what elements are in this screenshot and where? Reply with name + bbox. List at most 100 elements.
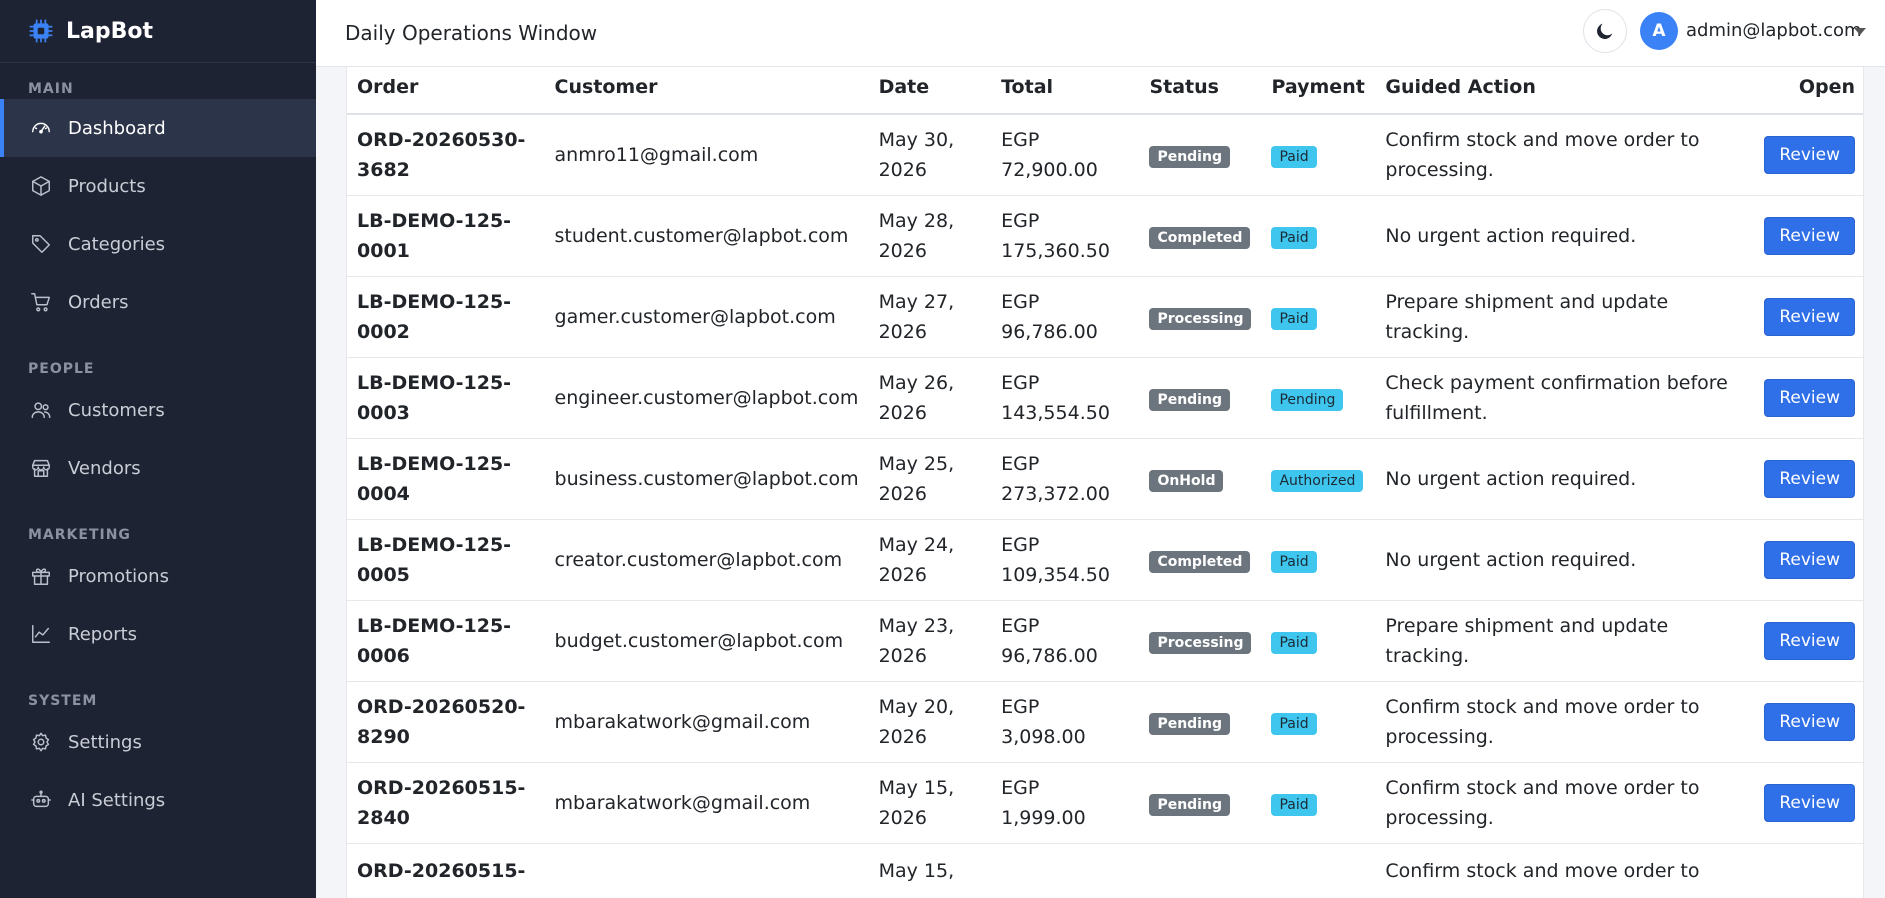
table-row: LB-DEMO-125-0004 business.customer@lapbo…: [347, 438, 1863, 520]
order-total: EGP 273,372.00: [991, 438, 1140, 520]
page-title: Daily Operations Window: [345, 21, 598, 45]
review-button[interactable]: Review: [1764, 621, 1855, 660]
order-total: EGP 72,900.00: [991, 114, 1140, 196]
guided-action: No urgent action required.: [1375, 438, 1749, 520]
avatar[interactable]: A: [1640, 12, 1678, 50]
column-header-guided-action[interactable]: Guided Action: [1375, 67, 1749, 115]
payment-badge: Paid: [1271, 793, 1317, 816]
order-id: LB-DEMO-125-0002: [347, 276, 545, 358]
customer-email: student.customer@lapbot.com: [544, 195, 869, 277]
order-id: ORD-20260530-3682: [347, 114, 545, 196]
review-button[interactable]: Review: [1764, 378, 1855, 417]
table-row: LB-DEMO-125-0002 gamer.customer@lapbot.c…: [347, 276, 1863, 358]
review-button[interactable]: Review: [1764, 702, 1855, 741]
status-badge: Processing: [1149, 307, 1252, 330]
status-cell: Pending: [1139, 357, 1262, 439]
people-icon: [31, 402, 51, 419]
user-email[interactable]: admin@lapbot.com: [1686, 20, 1862, 41]
status-badge: OnHold: [1149, 469, 1224, 492]
table-row: ORD-20260530-3682 anmro11@gmail.com May …: [347, 114, 1863, 196]
open-cell: Review: [1748, 276, 1863, 358]
review-button[interactable]: Review: [1764, 216, 1855, 255]
payment-badge: Paid: [1271, 712, 1317, 735]
sidebar-item-label: AI Settings: [68, 789, 166, 811]
column-header-status[interactable]: Status: [1139, 67, 1262, 115]
order-total: EGP 175,360.50: [991, 195, 1140, 277]
order-id: LB-DEMO-125-0003: [347, 357, 545, 439]
order-total: EGP 109,354.50: [991, 519, 1140, 601]
guided-action: Confirm stock and move order to processi…: [1375, 681, 1749, 763]
order-total: EGP 143,554.50: [991, 357, 1140, 439]
sidebar-item-ai-settings[interactable]: AI Settings: [0, 771, 316, 829]
status-badge: Completed: [1149, 226, 1251, 249]
chevron-down-icon[interactable]: [1854, 28, 1866, 35]
order-total: EGP 1,999.00: [991, 762, 1140, 844]
guided-action: Confirm stock and move order to: [1375, 843, 1749, 898]
status-cell: Pending: [1139, 681, 1262, 763]
robot-icon: [31, 790, 51, 808]
payment-cell: Paid: [1261, 519, 1376, 601]
order-date: May 20, 2026: [868, 681, 992, 763]
sidebar-item-promotions[interactable]: Promotions: [0, 547, 316, 605]
status-badge: Pending: [1149, 388, 1230, 411]
order-id: LB-DEMO-125-0006: [347, 600, 545, 682]
guided-action: No urgent action required.: [1375, 519, 1749, 601]
sidebar-item-dashboard[interactable]: Dashboard: [0, 99, 316, 157]
open-cell: Review: [1748, 195, 1863, 277]
column-header-order[interactable]: Order: [347, 67, 545, 115]
order-date: May 24, 2026: [868, 519, 992, 601]
sidebar-item-label: Dashboard: [68, 117, 166, 139]
review-button[interactable]: Review: [1764, 297, 1855, 336]
column-header-payment[interactable]: Payment: [1261, 67, 1376, 115]
table-row: ORD-20260515-2840 mbarakatwork@gmail.com…: [347, 762, 1863, 844]
order-date: May 27, 2026: [868, 276, 992, 358]
sidebar-item-label: Vendors: [68, 457, 141, 479]
review-button[interactable]: Review: [1764, 540, 1855, 579]
order-date: May 28, 2026: [868, 195, 992, 277]
open-cell: Review: [1748, 438, 1863, 520]
order-date: May 26, 2026: [868, 357, 992, 439]
sidebar-item-settings[interactable]: Settings: [0, 713, 316, 771]
orders-table: Order Customer Date Total Status Payment…: [347, 67, 1863, 898]
review-button[interactable]: Review: [1764, 783, 1855, 822]
payment-cell: Paid: [1261, 276, 1376, 358]
box-icon: [32, 176, 50, 196]
payment-cell: Paid: [1261, 681, 1376, 763]
guided-action: No urgent action required.: [1375, 195, 1749, 277]
open-cell: Review: [1748, 681, 1863, 763]
customer-email: mbarakatwork@gmail.com: [544, 681, 869, 763]
column-header-total[interactable]: Total: [991, 67, 1140, 115]
column-header-open[interactable]: Open: [1748, 67, 1863, 115]
review-button[interactable]: Review: [1764, 135, 1855, 174]
payment-badge: Paid: [1271, 307, 1317, 330]
column-header-customer[interactable]: Customer: [544, 67, 869, 115]
theme-toggle-button[interactable]: [1583, 9, 1627, 53]
table-row: LB-DEMO-125-0006 budget.customer@lapbot.…: [347, 600, 1863, 682]
section-system: SYSTEM: [28, 693, 98, 709]
payment-badge: Paid: [1271, 550, 1317, 573]
sidebar-item-reports[interactable]: Reports: [0, 605, 316, 663]
payment-cell: Pending: [1261, 357, 1376, 439]
brand[interactable]: LapBot: [0, 0, 316, 62]
status-cell: Pending: [1139, 762, 1262, 844]
open-cell: [1748, 843, 1863, 898]
status-badge: Processing: [1149, 631, 1252, 654]
review-button[interactable]: Review: [1764, 459, 1855, 498]
payment-cell: Paid: [1261, 114, 1376, 196]
order-date: May 30, 2026: [868, 114, 992, 196]
status-cell: Pending: [1139, 114, 1262, 196]
sidebar-item-orders[interactable]: Orders: [0, 273, 316, 331]
order-date: May 15,: [868, 843, 992, 898]
tags-icon: [32, 235, 50, 253]
sidebar-item-vendors[interactable]: Vendors: [0, 439, 316, 497]
column-header-date[interactable]: Date: [868, 67, 992, 115]
order-id: LB-DEMO-125-0001: [347, 195, 545, 277]
sidebar-item-products[interactable]: Products: [0, 157, 316, 215]
sidebar-item-customers[interactable]: Customers: [0, 381, 316, 439]
payment-badge: Authorized: [1271, 469, 1364, 492]
sidebar-item-categories[interactable]: Categories: [0, 215, 316, 273]
sidebar-item-label: Reports: [68, 623, 138, 645]
customer-email: business.customer@lapbot.com: [544, 438, 869, 520]
guided-action: Prepare shipment and update tracking.: [1375, 276, 1749, 358]
table-row: LB-DEMO-125-0003 engineer.customer@lapbo…: [347, 357, 1863, 439]
